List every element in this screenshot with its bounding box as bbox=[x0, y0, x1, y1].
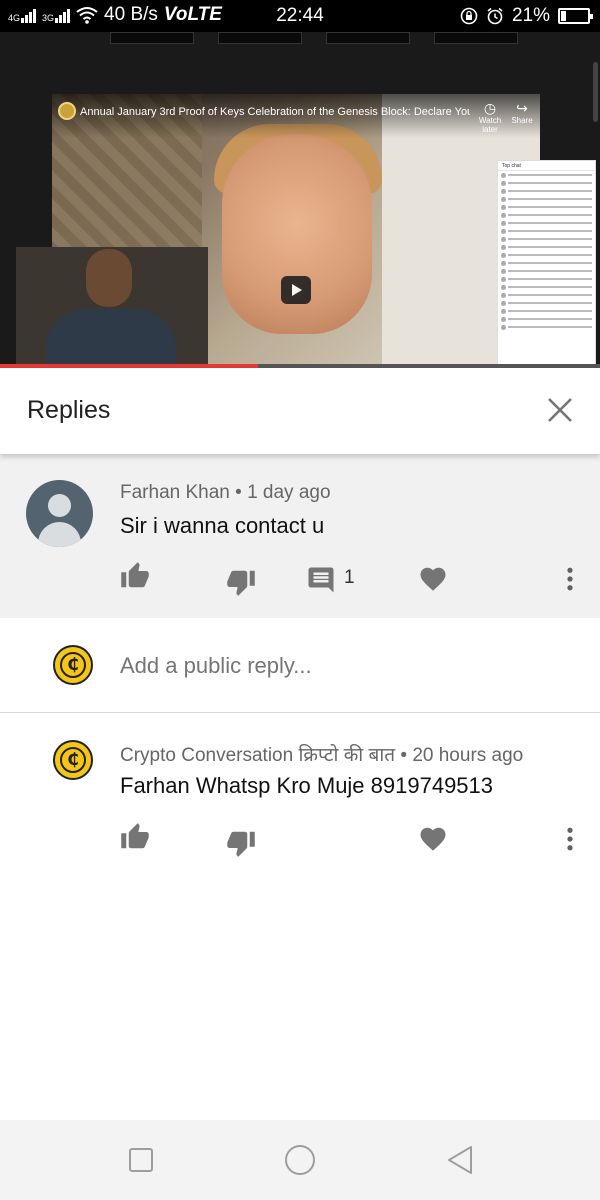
video-top-strip bbox=[0, 32, 600, 44]
comment-author[interactable]: Farhan Khan bbox=[120, 482, 230, 503]
recent-apps-icon[interactable] bbox=[123, 1142, 159, 1178]
comment-meta: Crypto Conversation क्रिप्टो की बात • 20… bbox=[120, 745, 524, 766]
presenter-head bbox=[86, 249, 132, 307]
comment-time: 1 day ago bbox=[247, 482, 331, 503]
dislike-icon[interactable] bbox=[226, 567, 256, 597]
channel-avatar[interactable] bbox=[58, 102, 76, 120]
reply-count: 1 bbox=[344, 567, 355, 588]
alarm-icon bbox=[487, 7, 503, 25]
speaker-face bbox=[222, 134, 372, 334]
comment-author[interactable]: Crypto Conversation क्रिप्टो की बात bbox=[120, 745, 395, 766]
page-scrollbar[interactable] bbox=[593, 62, 598, 122]
status-bar: 4G 3G 40 B/s VoLTE 22:44 21% bbox=[0, 0, 600, 32]
battery-icon bbox=[558, 8, 593, 24]
back-icon[interactable] bbox=[443, 1142, 479, 1178]
comment-text: Farhan Whatsp Kro Muje 8919749513 bbox=[120, 773, 494, 798]
video-player[interactable]: Annual January 3rd Proof of Keys Celebra… bbox=[0, 32, 600, 368]
parent-comment: Farhan Khan • 1 day ago Sir i wanna cont… bbox=[0, 454, 600, 618]
close-icon[interactable] bbox=[544, 394, 576, 426]
avatar[interactable] bbox=[26, 480, 93, 547]
more-options-icon[interactable] bbox=[555, 824, 585, 854]
live-chat-overlay: Top chat bbox=[497, 160, 596, 368]
battery-percent: 21% bbox=[511, 5, 550, 26]
reply-comment-icon[interactable] bbox=[306, 565, 336, 595]
chat-header: Top chat bbox=[498, 161, 595, 171]
system-navigation-bar bbox=[0, 1120, 600, 1200]
video-title[interactable]: Annual January 3rd Proof of Keys Celebra… bbox=[80, 106, 470, 118]
share-icon: ↪ bbox=[516, 100, 528, 116]
picture-in-picture-presenter bbox=[16, 247, 208, 368]
like-icon[interactable] bbox=[120, 561, 150, 591]
like-icon[interactable] bbox=[120, 822, 150, 852]
heart-icon[interactable] bbox=[418, 824, 448, 854]
home-icon[interactable] bbox=[282, 1142, 318, 1178]
add-reply-row: ₵ bbox=[0, 618, 600, 713]
dislike-icon[interactable] bbox=[226, 828, 256, 858]
avatar[interactable]: ₵ bbox=[53, 740, 93, 780]
heart-icon[interactable] bbox=[418, 564, 448, 594]
share-button[interactable]: ↪ Share bbox=[502, 100, 542, 125]
reply-input[interactable] bbox=[120, 653, 560, 679]
presenter-shirt bbox=[46, 309, 176, 368]
more-options-icon[interactable] bbox=[555, 564, 585, 594]
replies-title: Replies bbox=[27, 396, 111, 424]
play-button[interactable] bbox=[281, 276, 311, 304]
replies-header: Replies bbox=[0, 368, 600, 454]
comment-text: Sir i wanna contact u bbox=[120, 513, 325, 538]
rotation-lock-icon bbox=[460, 7, 478, 25]
comment-meta: Farhan Khan • 1 day ago bbox=[120, 482, 331, 503]
comment-time: 20 hours ago bbox=[412, 745, 524, 766]
reply-comment: ₵ Crypto Conversation क्रिप्टो की बात • … bbox=[0, 714, 600, 874]
user-avatar-bitcoin-icon[interactable]: ₵ bbox=[53, 645, 93, 685]
